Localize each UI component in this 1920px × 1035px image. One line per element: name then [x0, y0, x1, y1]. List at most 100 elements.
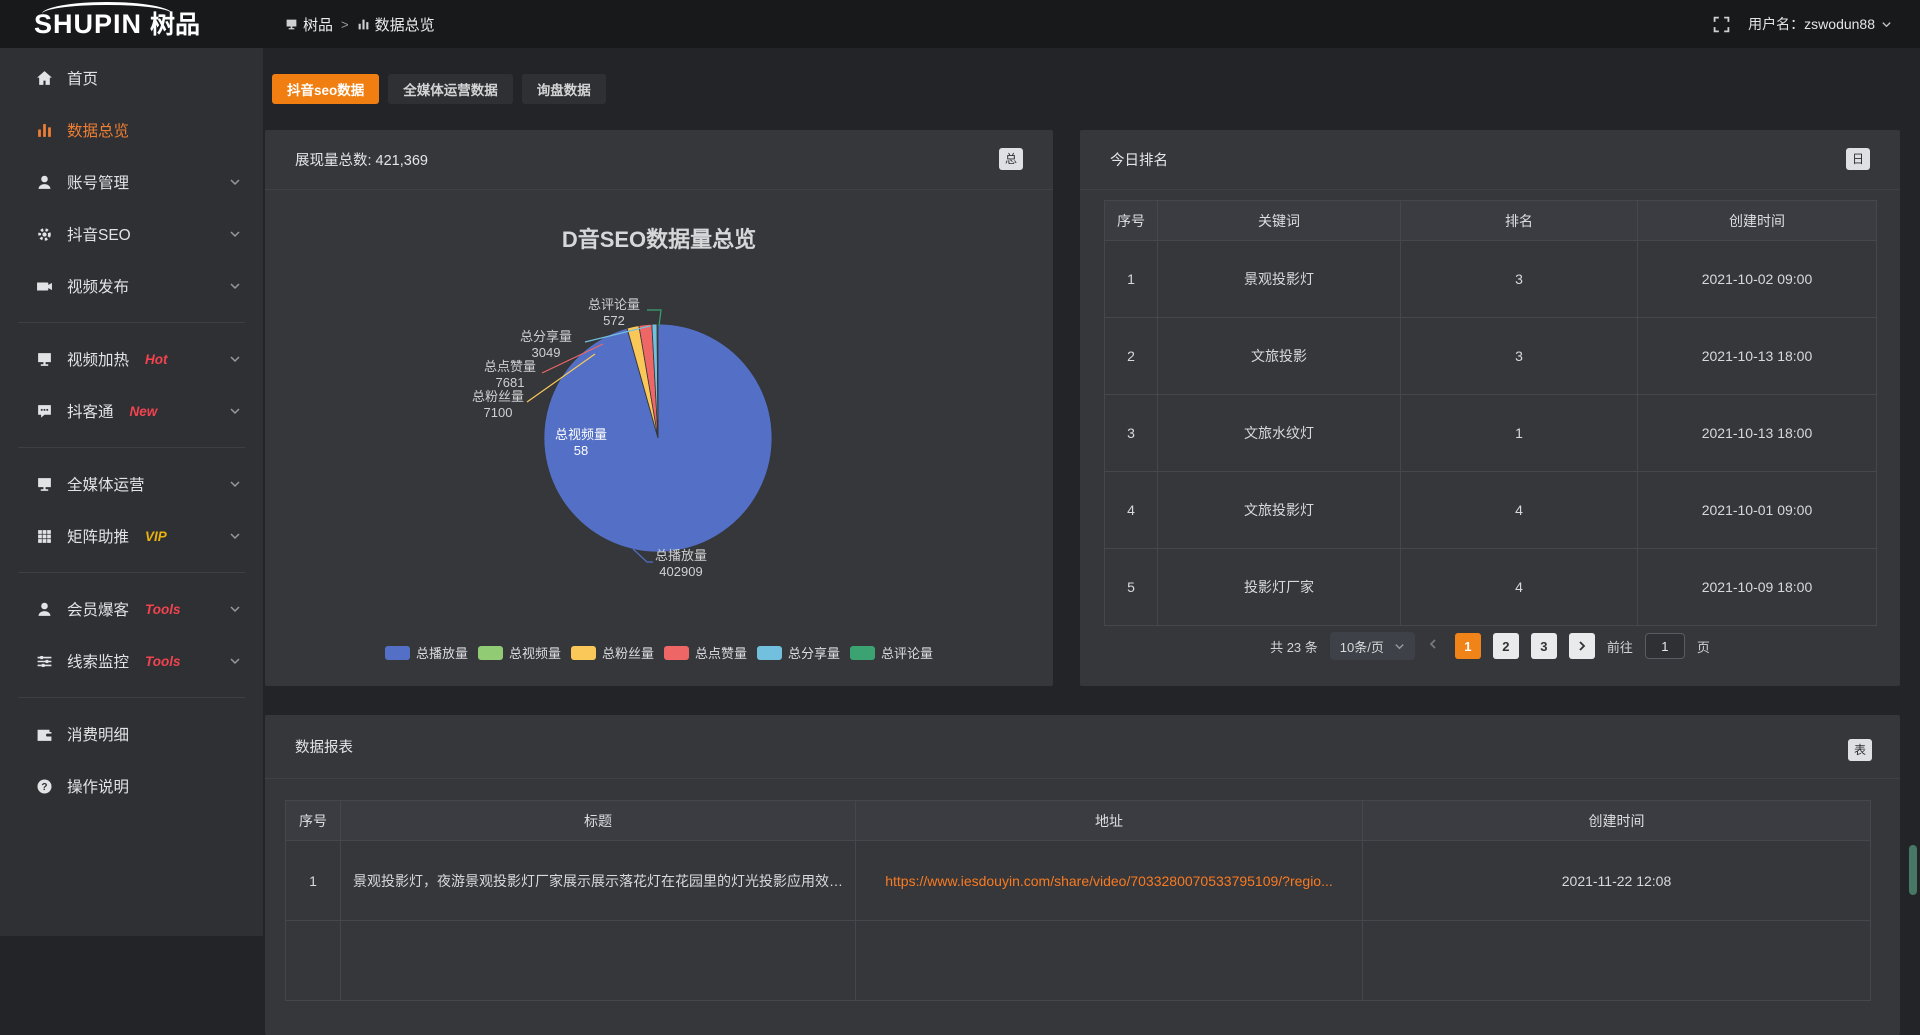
- scrollbar-thumb[interactable]: [1909, 845, 1917, 895]
- table-cell: 2021-10-13 18:00: [1638, 395, 1877, 472]
- sidebar-item-monitor[interactable]: 全媒体运营: [0, 458, 263, 510]
- table-row: 4文旅投影灯42021-10-01 09:00: [1105, 472, 1877, 549]
- sidebar-item-badge: New: [130, 404, 158, 419]
- chevron-down-icon: [229, 478, 241, 490]
- breadcrumb-item-home[interactable]: 树品: [285, 14, 333, 35]
- table-cell: [856, 921, 1363, 1001]
- table-badge-button[interactable]: 表: [1848, 739, 1872, 761]
- home-icon: [36, 70, 53, 87]
- sidebar-item-bar-chart[interactable]: 数据总览: [0, 104, 263, 156]
- table-cell: 2: [1105, 318, 1158, 395]
- legend-label: 总点赞量: [695, 643, 747, 662]
- sidebar-item-label: 抖音SEO: [67, 223, 131, 245]
- sidebar-item-label: 操作说明: [67, 775, 129, 797]
- sidebar-item-chat[interactable]: 抖客通 New: [0, 385, 263, 437]
- sidebar-item-label: 会员爆客: [67, 598, 129, 620]
- col-rank: 排名: [1401, 201, 1638, 241]
- legend-item-总视频量[interactable]: 总视频量: [478, 643, 561, 662]
- table-cell: 2021-10-13 18:00: [1638, 318, 1877, 395]
- next-page-button[interactable]: [1569, 633, 1595, 659]
- legend-item-总评论量[interactable]: 总评论量: [850, 643, 933, 662]
- legend-swatch: [850, 646, 875, 660]
- sidebar-item-person[interactable]: 会员爆客 Tools: [0, 583, 263, 635]
- chevron-down-icon: [1881, 19, 1892, 30]
- username: 用户名：zswodun88: [1748, 14, 1875, 34]
- sidebar-item-wallet[interactable]: 消费明细: [0, 708, 263, 760]
- wallet-icon: [36, 726, 53, 743]
- prev-page-button[interactable]: [1427, 638, 1443, 654]
- legend-swatch: [571, 646, 596, 660]
- table-cell: 文旅投影: [1158, 318, 1401, 395]
- page-button-1[interactable]: 1: [1455, 633, 1481, 659]
- page-size-select[interactable]: 10条/页: [1330, 632, 1415, 660]
- breadcrumb: 树品 > 数据总览: [285, 14, 435, 35]
- sidebar-item-home[interactable]: 首页: [0, 52, 263, 104]
- sidebar-item-label: 账号管理: [67, 171, 129, 193]
- legend-item-总分享量[interactable]: 总分享量: [757, 643, 840, 662]
- sidebar-item-label: 抖客通: [67, 400, 114, 422]
- pie-label-videos: 总视频量 58: [535, 427, 627, 458]
- chevron-down-icon: [229, 655, 241, 667]
- page-button-2[interactable]: 2: [1493, 633, 1519, 659]
- pie-label-fans: 总粉丝量 7100: [452, 389, 544, 420]
- table-cell: 1: [1401, 395, 1638, 472]
- sidebar-item-sliders[interactable]: 线索监控Tools: [0, 635, 263, 687]
- chevron-down-icon: [1394, 641, 1405, 652]
- tab-media-operation[interactable]: 全媒体运营数据: [388, 74, 513, 104]
- sidebar-item-badge: Tools: [145, 602, 181, 617]
- video-link[interactable]: https://www.iesdouyin.com/share/video/70…: [885, 873, 1333, 889]
- col-keyword: 关键词: [1158, 201, 1401, 241]
- tab-douyin-seo[interactable]: 抖音seo数据: [272, 74, 379, 104]
- header-right: 用户名：zswodun88: [1713, 14, 1892, 34]
- data-tabs: 抖音seo数据 全媒体运营数据 询盘数据: [272, 74, 606, 104]
- sidebar-item-help[interactable]: ? 操作说明: [0, 760, 263, 812]
- tab-inquiry[interactable]: 询盘数据: [522, 74, 606, 104]
- sidebar-item-badge: VIP: [145, 529, 167, 544]
- sidebar-item-screen[interactable]: 视频加热Hot: [0, 333, 263, 385]
- goto-label: 前往: [1607, 637, 1633, 656]
- col-index: 序号: [1105, 201, 1158, 241]
- table-cell: 2021-10-09 18:00: [1638, 549, 1877, 626]
- legend-swatch: [757, 646, 782, 660]
- table-cell: 2021-10-01 09:00: [1638, 472, 1877, 549]
- sidebar-item-gear[interactable]: 抖音SEO: [0, 208, 263, 260]
- report-table: 序号 标题 地址 创建时间 1景观投影灯，夜游景观投影灯厂家展示展示落花灯在花园…: [285, 800, 1871, 1001]
- app: SHUPIN 树品 树品 > 数据总览 用户名：zswodun88 首页数据总览…: [0, 0, 1920, 936]
- page-button-3[interactable]: 3: [1531, 633, 1557, 659]
- pie-chart: [265, 130, 1053, 686]
- seo-chart-panel: 展现量总数: 421,369 总 D音SEO数据量总览 总评论量 572 总分享…: [265, 130, 1053, 686]
- pie-label-plays: 总播放量 402909: [635, 548, 727, 579]
- legend-item-总粉丝量[interactable]: 总粉丝量: [571, 643, 654, 662]
- legend-label: 总视频量: [509, 643, 561, 662]
- table-row: 1景观投影灯，夜游景观投影灯厂家展示展示落花灯在花园里的灯光投影应用效果 #ht…: [286, 841, 1871, 921]
- pagination-total: 共 23 条: [1270, 637, 1318, 656]
- legend-item-总点赞量[interactable]: 总点赞量: [664, 643, 747, 662]
- user-menu[interactable]: 用户名：zswodun88: [1748, 14, 1892, 34]
- sliders-icon: [36, 653, 53, 670]
- pagination: 共 23 条 10条/页 1 2 3 前往 页: [1080, 632, 1900, 660]
- chevron-down-icon: [229, 280, 241, 292]
- chart-legend: 总播放量 总视频量总粉丝量 总点赞量 总分享量总评论量: [265, 643, 1053, 662]
- col-created: 创建时间: [1638, 201, 1877, 241]
- table-cell: 文旅水纹灯: [1158, 395, 1401, 472]
- sidebar-item-user[interactable]: 账号管理: [0, 156, 263, 208]
- ranking-table: 序号 关键词 排名 创建时间 1景观投影灯32021-10-02 09:002文…: [1104, 200, 1877, 626]
- logo-arc: [42, 2, 172, 14]
- svg-text:?: ?: [41, 781, 47, 792]
- goto-page-input[interactable]: [1645, 633, 1685, 659]
- table-row: 1景观投影灯32021-10-02 09:00: [1105, 241, 1877, 318]
- table-cell: 文旅投影灯: [1158, 472, 1401, 549]
- sidebar-item-label: 视频加热: [67, 348, 129, 370]
- day-badge-button[interactable]: 日: [1846, 148, 1870, 170]
- legend-item-总播放量[interactable]: 总播放量: [385, 643, 468, 662]
- table-cell: 2021-10-02 09:00: [1638, 241, 1877, 318]
- table-cell: 景观投影灯: [1158, 241, 1401, 318]
- legend-label: 总分享量: [788, 643, 840, 662]
- sidebar-item-label: 线索监控: [67, 650, 129, 672]
- sidebar-item-video[interactable]: 视频发布: [0, 260, 263, 312]
- fullscreen-icon[interactable]: [1713, 16, 1730, 33]
- breadcrumb-item-current[interactable]: 数据总览: [357, 14, 435, 35]
- sidebar-item-grid[interactable]: 矩阵助推VIP: [0, 510, 263, 562]
- app-logo[interactable]: SHUPIN 树品: [34, 11, 200, 38]
- legend-label: 总播放量: [416, 643, 468, 662]
